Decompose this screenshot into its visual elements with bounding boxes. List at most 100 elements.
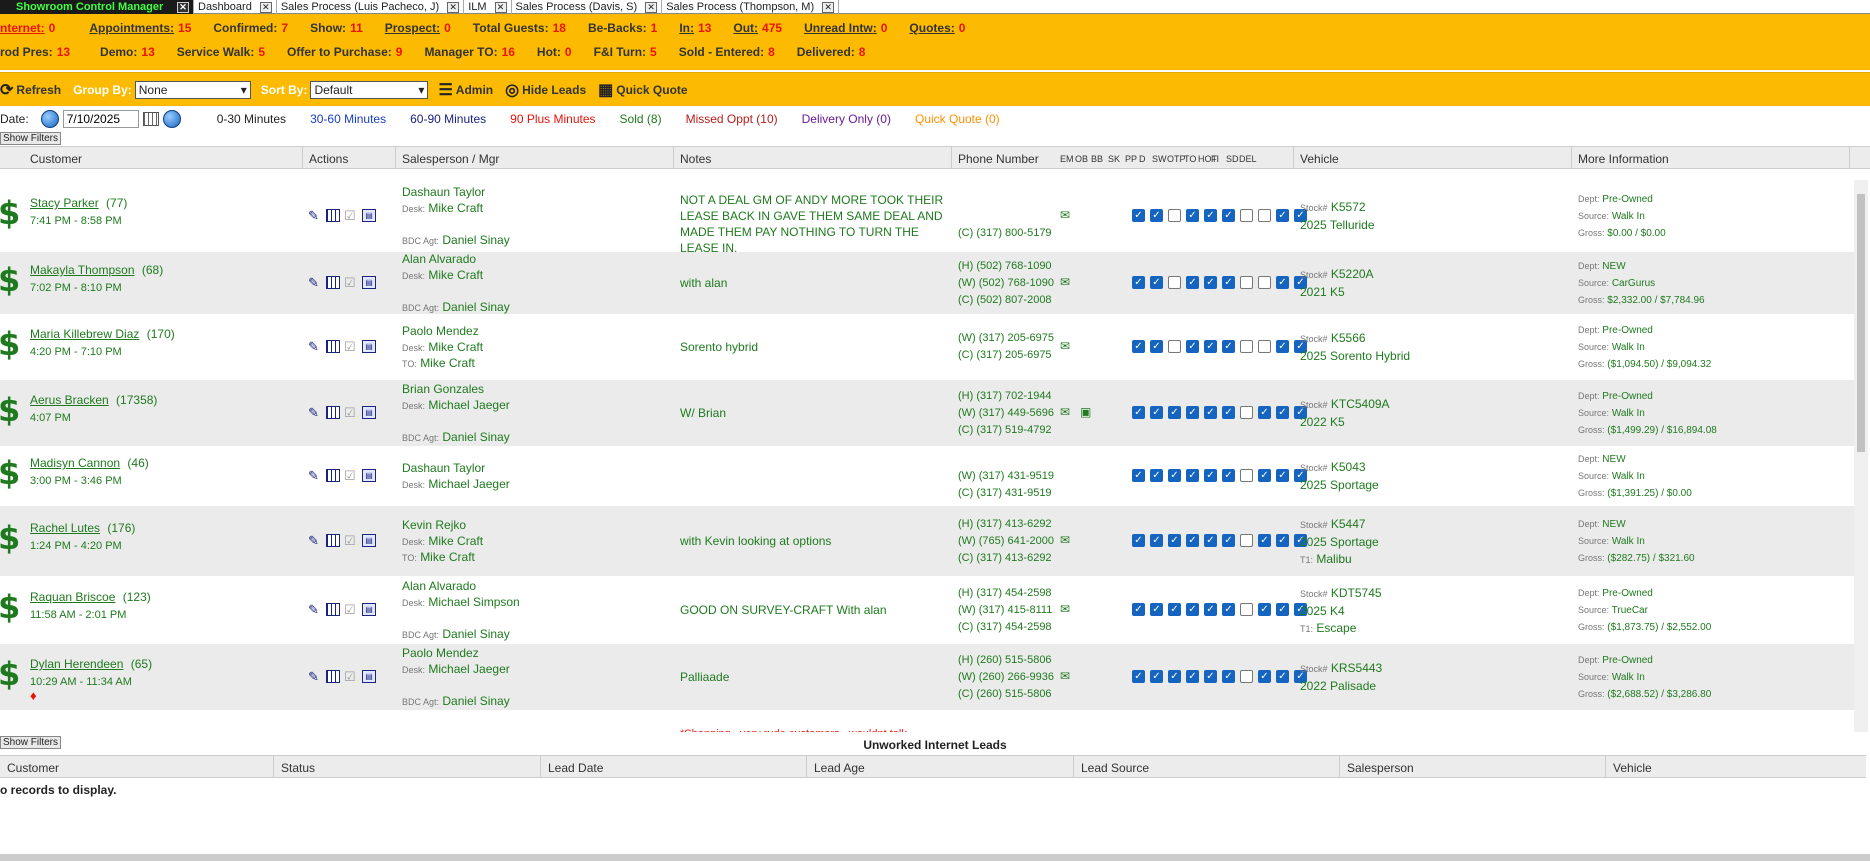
show-filters-button[interactable]: Show Filters bbox=[0, 132, 62, 145]
status-checkbox[interactable]: ✓ bbox=[1132, 209, 1145, 222]
refresh-button[interactable]: ⟳ Refresh bbox=[0, 80, 61, 100]
hide-leads-button[interactable]: ◎ Hide Leads bbox=[505, 80, 586, 100]
flag-header[interactable]: D bbox=[1139, 154, 1146, 164]
status-checkbox[interactable]: ✓ bbox=[1276, 469, 1289, 482]
status-checkbox[interactable]: ✓ bbox=[1258, 534, 1271, 547]
tab-3[interactable]: ILM ✕ bbox=[464, 0, 512, 14]
checklist-icon[interactable]: ☑ bbox=[344, 340, 358, 353]
status-checkbox[interactable]: ✓ bbox=[1222, 469, 1235, 482]
leads-col-header[interactable]: Lead Source bbox=[1081, 761, 1149, 775]
status-checkbox[interactable] bbox=[1240, 534, 1253, 547]
sort-by-select[interactable]: Default ▾ bbox=[310, 80, 429, 99]
customer-name-link[interactable]: Stacy Parker bbox=[30, 196, 99, 210]
stat-prospect-[interactable]: Prospect: 0 bbox=[385, 21, 451, 35]
leads-col-header[interactable]: Status bbox=[281, 761, 315, 775]
close-icon[interactable]: ✕ bbox=[494, 1, 507, 13]
flag-header[interactable]: SK bbox=[1108, 154, 1120, 164]
leads-col-header[interactable]: Salesperson bbox=[1347, 761, 1414, 775]
customer-name-link[interactable]: Maria Killebrew Diaz bbox=[30, 327, 139, 341]
tab-4[interactable]: Sales Process (Davis, S) ✕ bbox=[512, 0, 663, 14]
edit-pencil-icon[interactable]: ✎ bbox=[308, 534, 322, 547]
email-icon[interactable]: ✉ bbox=[1060, 533, 1070, 547]
status-checkbox[interactable]: ✓ bbox=[1132, 603, 1145, 616]
tab-5[interactable]: Sales Process (Thompson, M) ✕ bbox=[662, 0, 840, 14]
flag-header[interactable]: SD bbox=[1226, 154, 1239, 164]
worksheet-grid-icon[interactable] bbox=[326, 406, 340, 419]
col-phone[interactable]: Phone Number bbox=[958, 152, 1039, 166]
close-icon[interactable]: ✕ bbox=[259, 1, 272, 13]
status-checkbox[interactable] bbox=[1240, 209, 1253, 222]
status-checkbox[interactable]: ✓ bbox=[1150, 340, 1163, 353]
close-icon[interactable]: ✕ bbox=[822, 1, 835, 13]
edit-pencil-icon[interactable]: ✎ bbox=[308, 406, 322, 419]
worksheet-grid-icon[interactable] bbox=[326, 469, 340, 482]
status-checkbox[interactable]: ✓ bbox=[1276, 603, 1289, 616]
status-checkbox[interactable]: ✓ bbox=[1132, 670, 1145, 683]
worksheet-grid-icon[interactable] bbox=[326, 670, 340, 683]
horizontal-scrollbar[interactable] bbox=[0, 854, 1870, 861]
admin-button[interactable]: ☰ Admin bbox=[438, 80, 493, 100]
status-checkbox[interactable] bbox=[1240, 340, 1253, 353]
group-by-select[interactable]: None ▾ bbox=[134, 80, 251, 99]
status-checkbox[interactable]: ✓ bbox=[1186, 670, 1199, 683]
checklist-icon[interactable]: ☑ bbox=[344, 603, 358, 616]
contact-card-icon[interactable]: ▤ bbox=[362, 469, 376, 482]
tab-1[interactable]: Dashboard ✕ bbox=[194, 0, 277, 14]
status-checkbox[interactable]: ✓ bbox=[1204, 603, 1217, 616]
leads-col-header[interactable]: Lead Date bbox=[548, 761, 603, 775]
stat-nternet-[interactable]: nternet: 0 bbox=[0, 21, 55, 35]
scrollbar-thumb[interactable] bbox=[1857, 194, 1865, 452]
flag-header[interactable]: OB bbox=[1075, 154, 1088, 164]
close-icon[interactable]: ✕ bbox=[447, 1, 460, 13]
status-checkbox[interactable]: ✓ bbox=[1276, 534, 1289, 547]
status-checkbox[interactable]: ✓ bbox=[1186, 603, 1199, 616]
checklist-icon[interactable]: ☑ bbox=[344, 469, 358, 482]
status-checkbox[interactable]: ✓ bbox=[1132, 469, 1145, 482]
status-checkbox[interactable]: ✓ bbox=[1276, 209, 1289, 222]
status-checkbox[interactable]: ✓ bbox=[1222, 406, 1235, 419]
status-checkbox[interactable]: ✓ bbox=[1222, 340, 1235, 353]
col-customer[interactable]: Customer bbox=[30, 152, 82, 166]
contact-card-icon[interactable]: ▤ bbox=[362, 406, 376, 419]
status-checkbox[interactable]: ✓ bbox=[1168, 406, 1181, 419]
status-checkbox[interactable]: ✓ bbox=[1204, 534, 1217, 547]
worksheet-grid-icon[interactable] bbox=[326, 603, 340, 616]
status-checkbox[interactable]: ✓ bbox=[1222, 603, 1235, 616]
status-checkbox[interactable] bbox=[1240, 469, 1253, 482]
status-checkbox[interactable]: ✓ bbox=[1186, 276, 1199, 289]
flag-header[interactable]: FI bbox=[1211, 154, 1219, 164]
status-checkbox[interactable]: ✓ bbox=[1258, 406, 1271, 419]
contact-card-icon[interactable]: ▤ bbox=[362, 340, 376, 353]
status-checkbox[interactable]: ✓ bbox=[1222, 209, 1235, 222]
status-checkbox[interactable]: ✓ bbox=[1204, 276, 1217, 289]
checklist-icon[interactable]: ☑ bbox=[344, 670, 358, 683]
status-checkbox[interactable]: ✓ bbox=[1276, 340, 1289, 353]
grid-scrollbar[interactable] bbox=[1854, 180, 1868, 732]
email-icon[interactable]: ✉ bbox=[1060, 275, 1070, 289]
status-checkbox[interactable]: ✓ bbox=[1222, 534, 1235, 547]
status-checkbox[interactable]: ✓ bbox=[1276, 406, 1289, 419]
status-checkbox[interactable] bbox=[1240, 276, 1253, 289]
next-day-globe-icon[interactable] bbox=[162, 110, 181, 128]
status-checkbox[interactable] bbox=[1240, 670, 1253, 683]
flag-header[interactable]: OTP bbox=[1167, 154, 1186, 164]
status-checkbox[interactable]: ✓ bbox=[1186, 469, 1199, 482]
checklist-icon[interactable]: ☑ bbox=[344, 209, 358, 222]
col-notes[interactable]: Notes bbox=[680, 152, 711, 166]
status-checkbox[interactable] bbox=[1258, 340, 1271, 353]
flag-header[interactable]: BB bbox=[1091, 154, 1103, 164]
flag-header[interactable]: PP bbox=[1125, 154, 1137, 164]
status-checkbox[interactable]: ✓ bbox=[1276, 670, 1289, 683]
stat-in-[interactable]: In: 13 bbox=[679, 21, 711, 35]
flag-header[interactable]: EM bbox=[1060, 154, 1074, 164]
customer-name-link[interactable]: Dylan Herendeen bbox=[30, 657, 123, 671]
col-vehicle[interactable]: Vehicle bbox=[1300, 152, 1339, 166]
status-checkbox[interactable] bbox=[1168, 276, 1181, 289]
calendar-icon[interactable] bbox=[142, 112, 159, 126]
worksheet-grid-icon[interactable] bbox=[326, 534, 340, 547]
stat-unread-intw-[interactable]: Unread Intw: 0 bbox=[804, 21, 887, 35]
edit-pencil-icon[interactable]: ✎ bbox=[308, 469, 322, 482]
status-checkbox[interactable]: ✓ bbox=[1132, 534, 1145, 547]
status-checkbox[interactable] bbox=[1258, 209, 1271, 222]
status-checkbox[interactable]: ✓ bbox=[1150, 534, 1163, 547]
